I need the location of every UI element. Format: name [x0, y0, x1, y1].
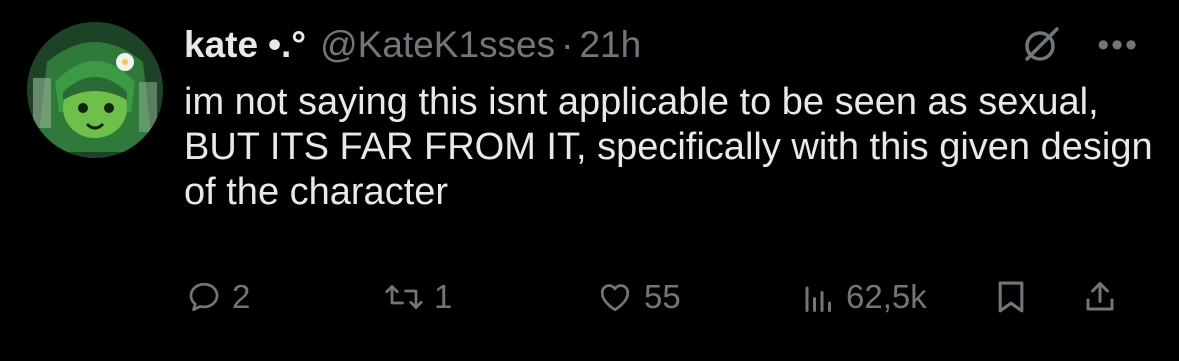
avatar-image: [27, 22, 163, 158]
bookmark-icon: [998, 281, 1024, 313]
tweet-text: im not saying this isnt applicable to be…: [184, 81, 1153, 213]
repost-icon: [385, 285, 423, 309]
grok-icon[interactable]: [1021, 25, 1061, 65]
more-icon[interactable]: •••: [1097, 28, 1139, 62]
timestamp[interactable]: 21h: [579, 24, 641, 66]
repost-button[interactable]: 1: [384, 272, 452, 322]
share-icon: [1086, 282, 1114, 311]
tweet-actions-bar: 2 1 55 62,5k: [184, 272, 1149, 322]
reply-button[interactable]: 2: [186, 272, 250, 322]
display-name-decoration: •.°: [268, 24, 307, 65]
views-button[interactable]: 62,5k: [802, 272, 927, 322]
repost-count: 1: [434, 278, 453, 315]
bookmark-button[interactable]: [994, 272, 1028, 322]
like-count: 55: [644, 278, 681, 315]
tweet-header: kate •.° @KateK1sses · 21h: [184, 22, 641, 68]
avatar[interactable]: [27, 22, 163, 158]
separator-dot: ·: [561, 24, 574, 65]
views-count: 62,5k: [846, 278, 927, 315]
like-icon: [600, 284, 630, 312]
views-icon: [805, 286, 831, 312]
share-button[interactable]: [1082, 272, 1118, 322]
like-button[interactable]: 55: [596, 272, 681, 322]
user-handle[interactable]: @KateK1sses: [320, 24, 555, 66]
reply-count: 2: [232, 278, 251, 315]
display-name[interactable]: kate: [184, 24, 258, 66]
tweet-top-actions: •••: [1021, 22, 1139, 68]
reply-icon: [189, 282, 219, 312]
